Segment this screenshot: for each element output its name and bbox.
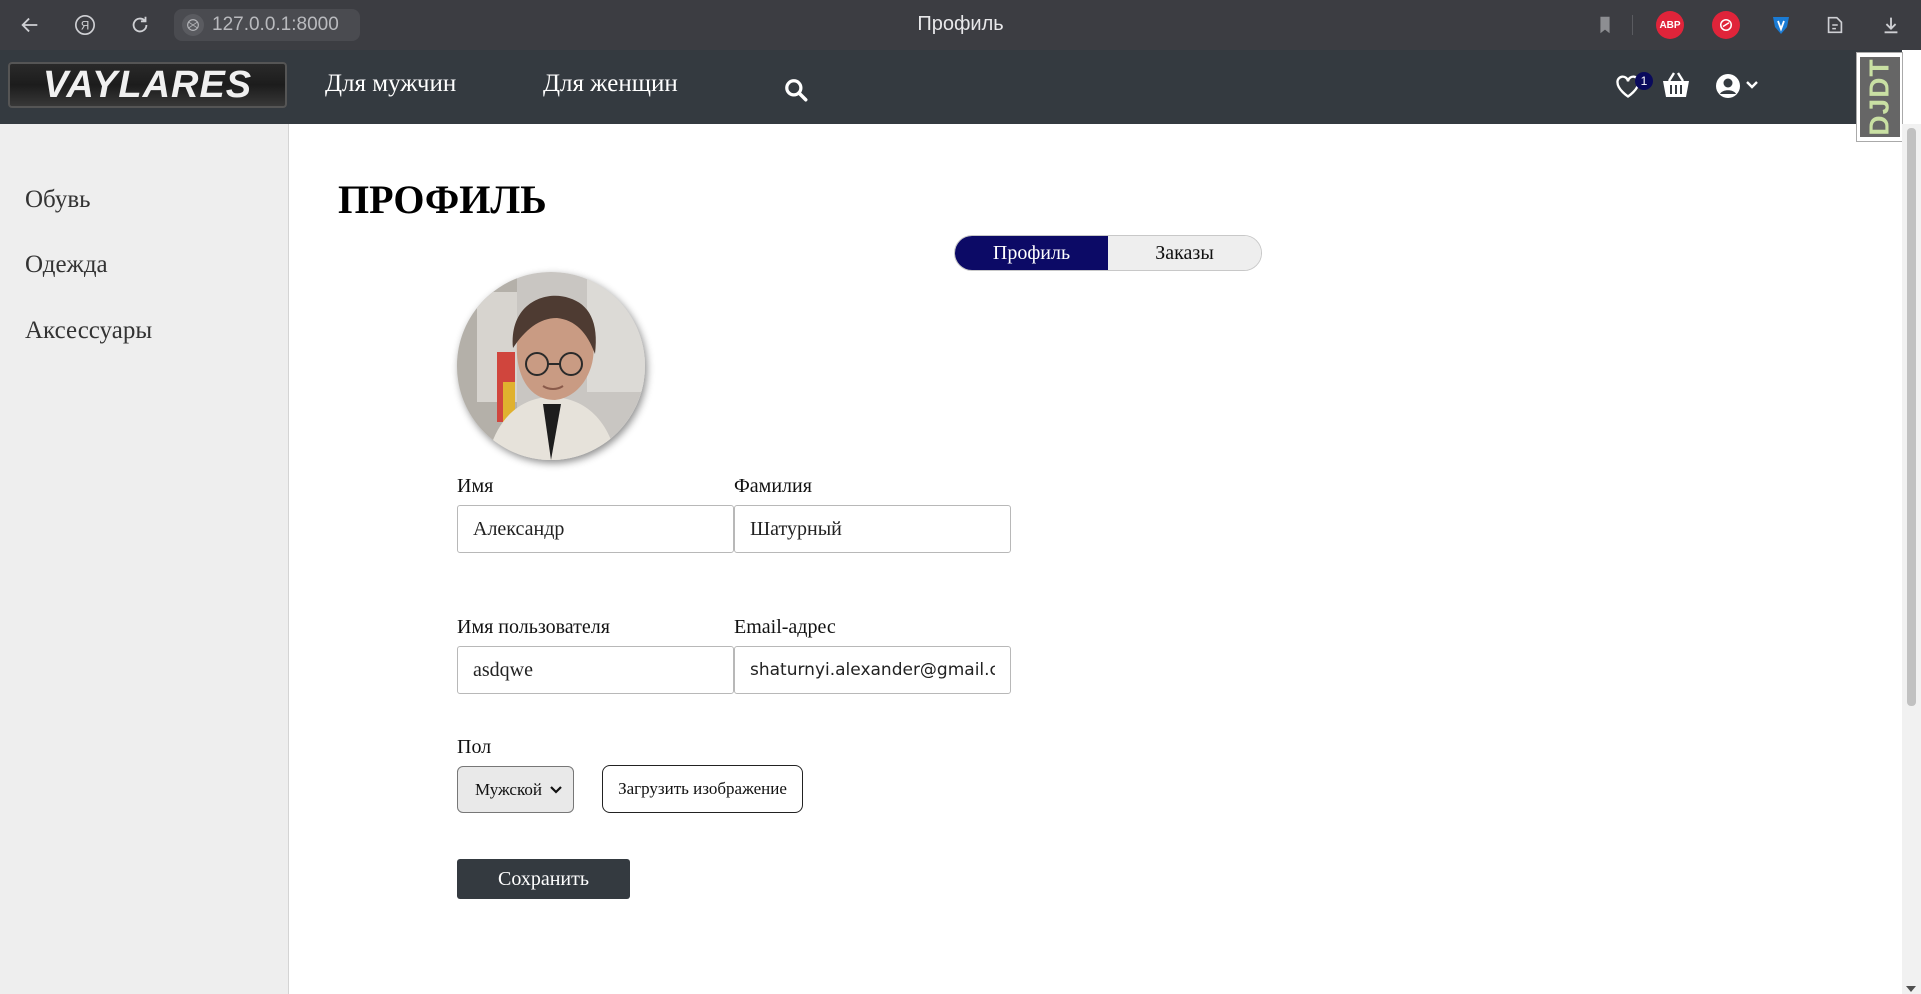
- last-name-field[interactable]: [734, 505, 1011, 553]
- scroll-down-arrow-icon[interactable]: [1906, 986, 1916, 992]
- sidebar-item-clothing[interactable]: Одежда: [25, 251, 108, 279]
- email-field[interactable]: [734, 646, 1011, 694]
- svg-text:Я: Я: [81, 19, 90, 33]
- page-title: ПРОФИЛЬ: [338, 177, 547, 222]
- extension-red-icon[interactable]: [1712, 11, 1740, 39]
- nav-men[interactable]: Для мужчин: [325, 70, 456, 98]
- category-sidebar: Обувь Одежда Аксессуары: [0, 124, 289, 994]
- avatar: [457, 272, 645, 460]
- save-button[interactable]: Сохранить: [457, 859, 630, 899]
- search-icon[interactable]: [783, 77, 809, 108]
- toolbar-divider: [1632, 15, 1633, 35]
- cart-basket-icon[interactable]: [1660, 70, 1692, 105]
- user-account-icon[interactable]: [1714, 71, 1762, 106]
- adblock-icon[interactable]: ABP: [1656, 11, 1684, 39]
- site-header: VAYLARES Для мужчин Для женщин 1: [0, 50, 1902, 124]
- extension-puzzle-icon[interactable]: [1820, 10, 1850, 40]
- upload-image-button[interactable]: Загрузить изображение: [602, 765, 803, 813]
- username-field[interactable]: [457, 646, 734, 694]
- sidebar-item-accessories[interactable]: Аксессуары: [25, 317, 152, 345]
- url-text[interactable]: 127.0.0.1:8000: [212, 14, 339, 36]
- bookmark-icon[interactable]: [1590, 10, 1620, 40]
- download-icon[interactable]: [1876, 10, 1906, 40]
- back-icon[interactable]: [15, 10, 45, 40]
- sidebar-item-shoes[interactable]: Обувь: [25, 186, 91, 214]
- yandex-icon[interactable]: Я: [70, 10, 100, 40]
- tab-profile[interactable]: Профиль: [955, 236, 1108, 270]
- first-name-label: Имя: [457, 475, 494, 497]
- tab-orders[interactable]: Заказы: [1108, 236, 1261, 270]
- gender-label: Пол: [457, 736, 492, 758]
- nav-women[interactable]: Для женщин: [543, 70, 678, 98]
- last-name-label: Фамилия: [734, 475, 812, 497]
- chevron-down-icon: [549, 782, 563, 802]
- reload-icon[interactable]: [125, 10, 155, 40]
- first-name-field[interactable]: [457, 505, 734, 553]
- site-logo[interactable]: VAYLARES: [8, 62, 287, 108]
- address-bar[interactable]: 127.0.0.1:8000: [174, 9, 360, 41]
- gender-select-value: Мужской: [475, 779, 542, 799]
- extension-shield-icon[interactable]: [1767, 11, 1795, 39]
- wishlist-count-badge: 1: [1635, 72, 1653, 90]
- username-label: Имя пользователя: [457, 616, 610, 638]
- email-label: Email-адрес: [734, 616, 836, 638]
- avatar-photo: [457, 272, 645, 460]
- gender-select[interactable]: Мужской: [457, 766, 574, 813]
- page-scrollbar[interactable]: [1902, 124, 1921, 994]
- browser-toolbar: Я 127.0.0.1:8000 Профиль ABP: [0, 0, 1921, 50]
- site-info-icon[interactable]: [182, 14, 204, 36]
- debug-toolbar-handle[interactable]: DJDT: [1856, 52, 1903, 142]
- scrollbar-thumb[interactable]: [1907, 128, 1916, 706]
- profile-tabs: Профиль Заказы: [954, 235, 1262, 271]
